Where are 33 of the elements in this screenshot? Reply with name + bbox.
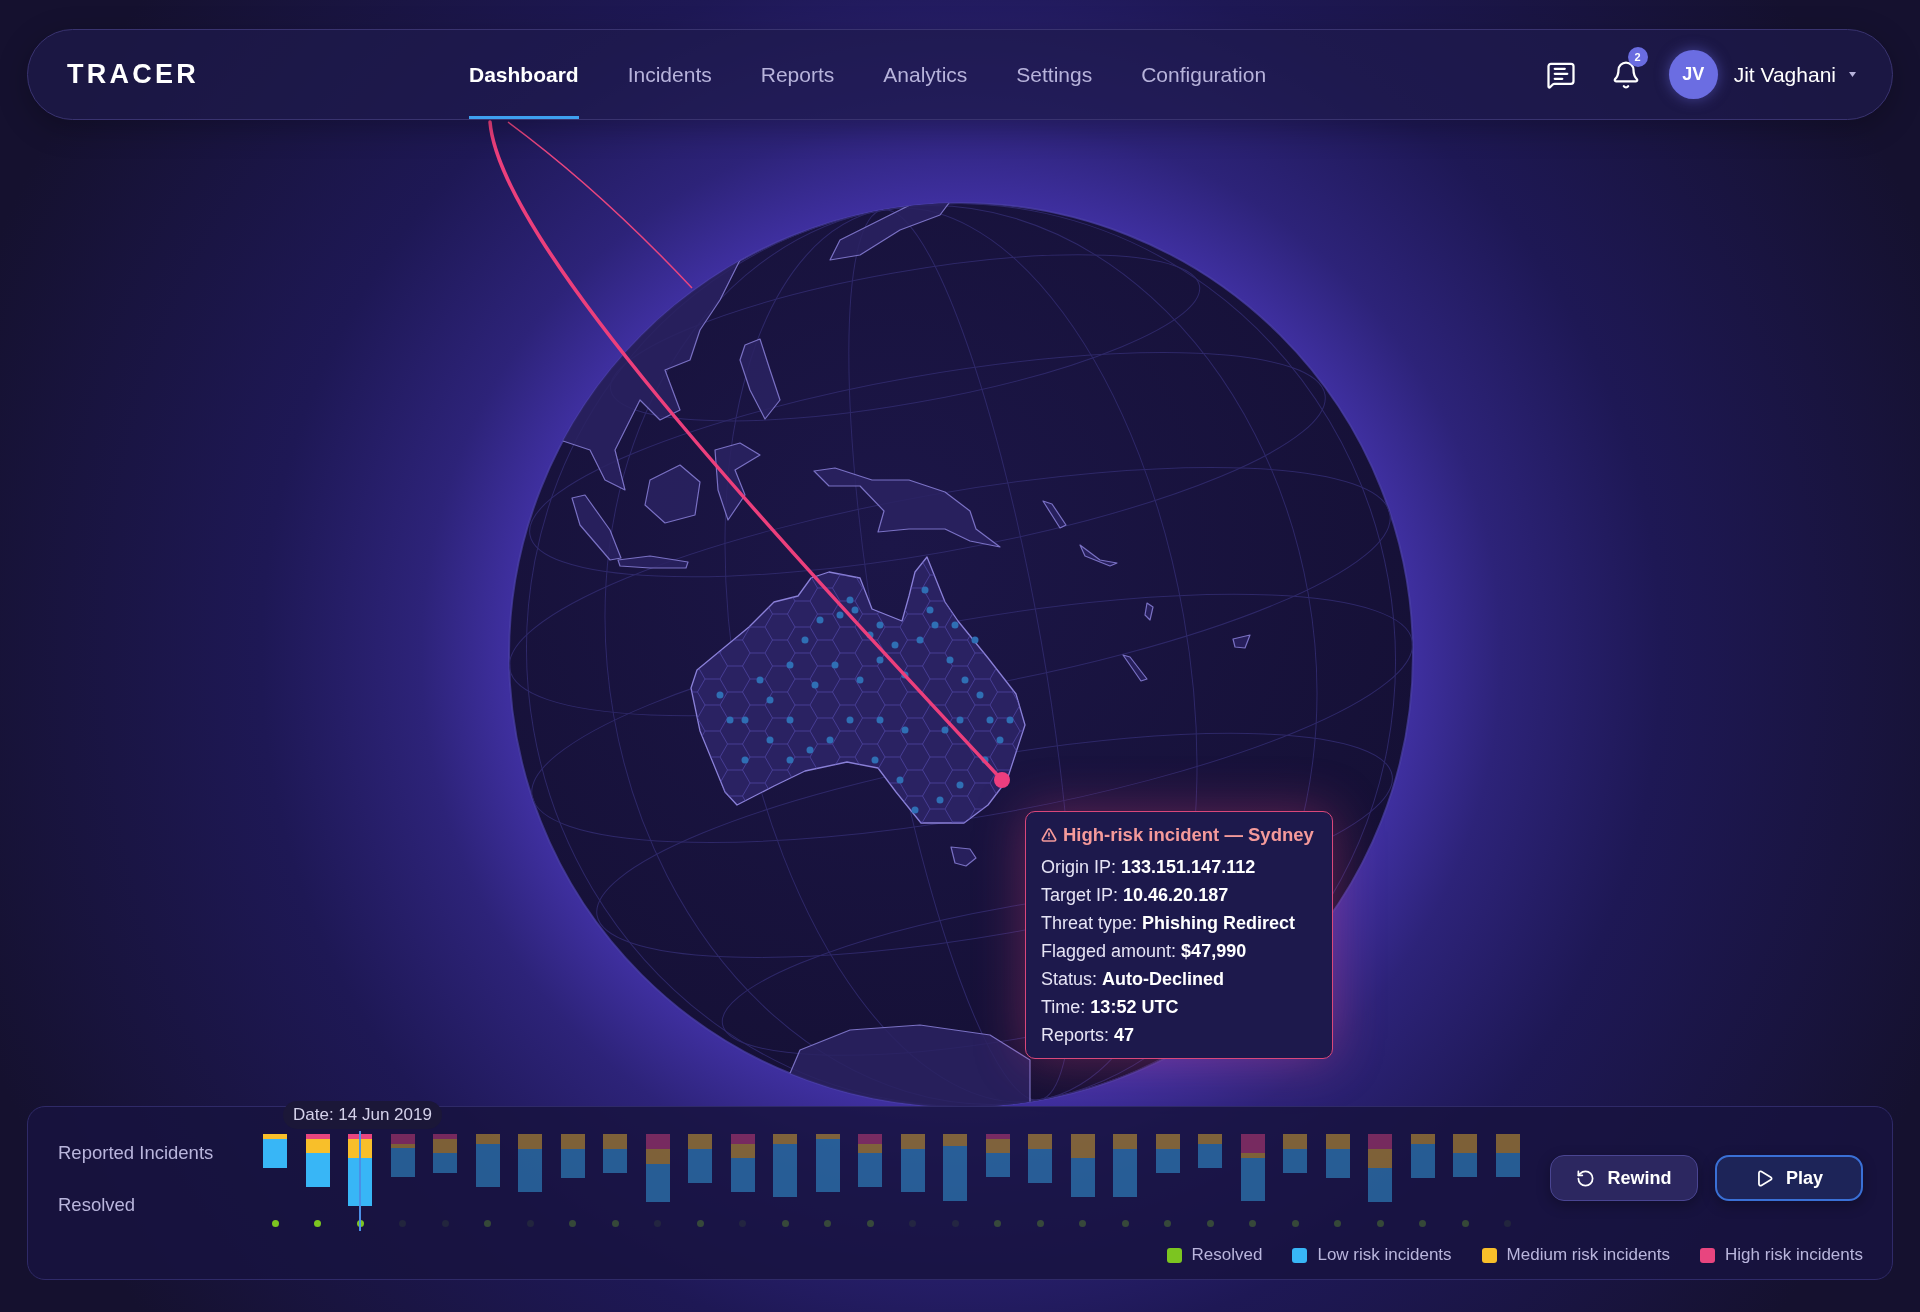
- warning-icon: [1041, 827, 1057, 843]
- tooltip-field: Time: 13:52 UTC: [1041, 993, 1317, 1021]
- nav-tab[interactable]: Analytics: [883, 30, 968, 119]
- brand-logo[interactable]: TRACER: [67, 59, 199, 90]
- caret-icon[interactable]: [1849, 72, 1856, 77]
- date-badge: Date: 14 Jun 2019: [283, 1101, 442, 1129]
- legend-label: Medium risk incidents: [1506, 1244, 1671, 1266]
- tooltip-field: Threat type: Phishing Redirect: [1041, 909, 1317, 937]
- incident-bar[interactable]: [305, 1134, 330, 1187]
- user-name[interactable]: Jit Vaghani: [1733, 58, 1836, 91]
- row-label: Resolved: [58, 1194, 137, 1216]
- user-avatar[interactable]: JV: [1668, 50, 1718, 99]
- tooltip-title: High-risk incident — Sydney: [1063, 823, 1314, 847]
- nav-tab[interactable]: Incidents: [627, 30, 712, 119]
- nav-tab[interactable]: Reports: [760, 30, 835, 119]
- tooltip-field: Reports: 47: [1041, 1021, 1317, 1049]
- legend-label: High risk incidents: [1725, 1244, 1863, 1266]
- legend-label: Resolved: [1191, 1244, 1263, 1266]
- play-button[interactable]: Play: [1715, 1155, 1863, 1201]
- notification-badge: 2: [1627, 46, 1648, 67]
- play-icon: [1755, 1168, 1774, 1188]
- counterclockwise-arrow-icon: [1576, 1168, 1596, 1188]
- rewind-button[interactable]: Rewind: [1550, 1155, 1698, 1201]
- nav-tab[interactable]: Settings: [1016, 30, 1093, 119]
- nav-tab[interactable]: Configuration: [1141, 30, 1267, 119]
- tooltip-field: Flagged amount: $47,990: [1041, 937, 1317, 965]
- tooltip-field: Target IP: 10.46.20.187: [1041, 881, 1317, 909]
- row-label: Reported Incidents: [58, 1142, 215, 1164]
- tooltip-field: Status: Auto-Declined: [1041, 965, 1317, 993]
- tooltip-field: Origin IP: 133.151.147.112: [1041, 853, 1317, 881]
- legend-label: Low risk incidents: [1317, 1244, 1452, 1266]
- nav-tab[interactable]: Dashboard: [469, 30, 579, 119]
- incident-marker-icon[interactable]: [994, 772, 1010, 788]
